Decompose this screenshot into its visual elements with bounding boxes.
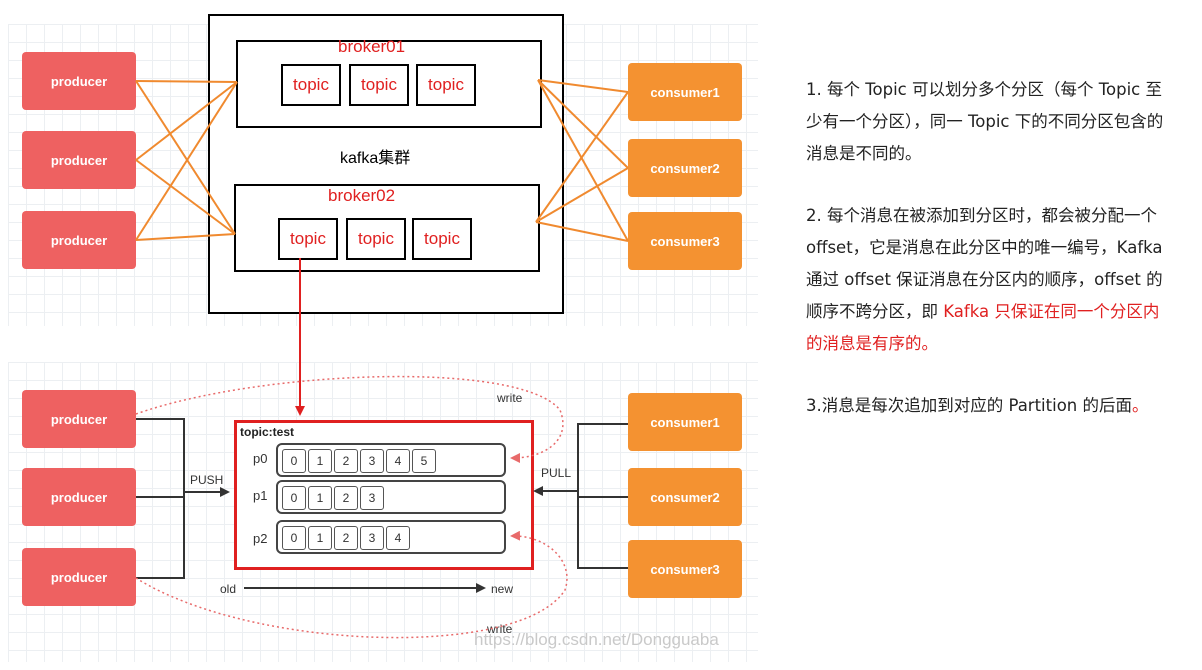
old-label: old (220, 582, 237, 596)
partition-p0: 0 1 2 3 4 5 (276, 443, 506, 477)
p1-offset-2: 2 (334, 486, 358, 510)
top-producer-1: producer (22, 52, 136, 110)
p0-offset-0: 0 (282, 449, 306, 473)
p0-offset-2: 2 (334, 449, 358, 473)
p0-offset-1: 1 (308, 449, 332, 473)
bottom-producer-2: producer (22, 468, 136, 526)
note-3: 3.消息是每次追加到对应的 Partition 的后面。 (806, 390, 1166, 422)
topic-test-title: topic:test (240, 425, 294, 439)
p2-offset-0: 0 (282, 526, 306, 550)
partition-p2-label: p2 (253, 531, 268, 546)
push-label: PUSH (190, 473, 224, 487)
p0-offset-4: 4 (386, 449, 410, 473)
broker02-topic-2: topic (346, 218, 406, 260)
p2-offset-1: 1 (308, 526, 332, 550)
top-producer-3: producer (22, 211, 136, 269)
p1-offset-3: 3 (360, 486, 384, 510)
broker02-topic-3: topic (412, 218, 472, 260)
p1-offset-0: 0 (282, 486, 306, 510)
bottom-producer-1: producer (22, 390, 136, 448)
p2-offset-2: 2 (334, 526, 358, 550)
broker01-topic-2: topic (349, 64, 409, 106)
note-3-text: 3.消息是每次追加到对应的 Partition 的后面 (806, 396, 1132, 415)
broker01-label: broker01 (338, 37, 406, 56)
write-top-label: write (497, 391, 523, 405)
p0-offset-3: 3 (360, 449, 384, 473)
bottom-consumer-2: consumer2 (628, 468, 742, 526)
bottom-consumer-1: consumer1 (628, 393, 742, 451)
partition-p0-label: p0 (253, 451, 268, 466)
watermark: https://blog.csdn.net/Dongguaba (474, 630, 719, 649)
note-2: 2. 每个消息在被添加到分区时，都会被分配一个 offset，它是消息在此分区中… (806, 200, 1166, 360)
top-consumer-3: consumer3 (628, 212, 742, 270)
new-label: new (491, 582, 514, 596)
p1-offset-1: 1 (308, 486, 332, 510)
note-1: 1. 每个 Topic 可以划分多个分区（每个 Topic 至少有一个分区），同… (806, 80, 1164, 163)
broker01-topic-1: topic (281, 64, 341, 106)
bottom-consumer-3: consumer3 (628, 540, 742, 598)
kafka-cluster-label: kafka集群 (340, 150, 411, 167)
p0-offset-5: 5 (412, 449, 436, 473)
p2-offset-4: 4 (386, 526, 410, 550)
notes-panel: 1. 每个 Topic 可以划分多个分区（每个 Topic 至少有一个分区），同… (806, 74, 1166, 452)
bottom-producer-3: producer (22, 548, 136, 606)
partition-p1: 0 1 2 3 (276, 480, 506, 514)
broker02-label: broker02 (328, 186, 396, 205)
partition-p2: 0 1 2 3 4 (276, 520, 506, 554)
p2-offset-3: 3 (360, 526, 384, 550)
top-consumer-1: consumer1 (628, 63, 742, 121)
top-producer-2: producer (22, 131, 136, 189)
pull-label: PULL (541, 466, 572, 480)
broker01-topic-3: topic (416, 64, 476, 106)
note-3-period: 。 (1132, 396, 1149, 415)
broker02-topic-1: topic (278, 218, 338, 260)
top-consumer-2: consumer2 (628, 139, 742, 197)
partition-p1-label: p1 (253, 488, 268, 503)
